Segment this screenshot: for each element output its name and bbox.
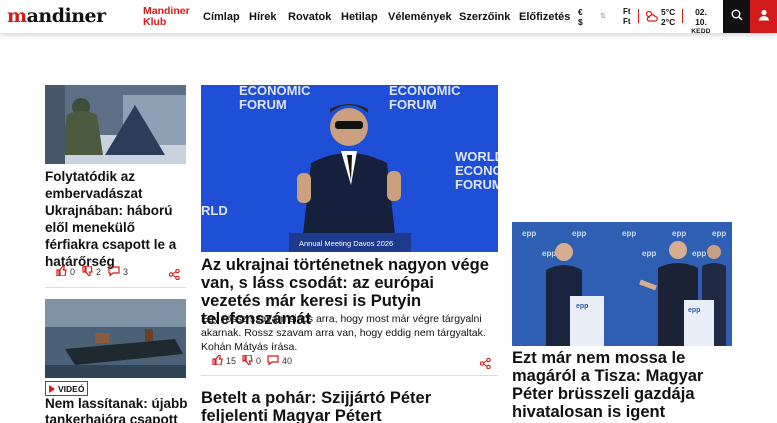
article-image-epp[interactable]: epp epp epp epp epp epp epp epp epp epp xyxy=(512,222,732,346)
fx-unit-eur: Ft xyxy=(623,7,631,16)
svg-text:FORUM: FORUM xyxy=(455,177,498,192)
temp-high: 5°C xyxy=(661,7,676,17)
article-lead-main: Egy rossz szavam sincs arra, hogy most m… xyxy=(201,313,486,353)
svg-text:epp: epp xyxy=(572,229,586,238)
nav-szerzoink[interactable]: Szerzőink xyxy=(459,11,510,23)
article-image-soldier[interactable] xyxy=(45,85,186,164)
thumbs-up-icon xyxy=(56,265,70,278)
header-divider xyxy=(682,9,683,23)
svg-text:Annual Meeting Davos 2026: Annual Meeting Davos 2026 xyxy=(299,239,393,248)
fx-units: Ft Ft xyxy=(623,7,631,27)
nav-velemenyek[interactable]: Vélemények xyxy=(388,11,452,23)
comment-count: 40 xyxy=(282,356,293,366)
video-badge: VIDEÓ xyxy=(45,381,88,396)
klub-line1: Mandiner xyxy=(143,5,190,17)
comment-count: 3 xyxy=(123,267,129,277)
article-image-tanker[interactable] xyxy=(45,299,186,378)
article-title-left2[interactable]: Nem lassítanak: újabb tankerhajóra csapo… xyxy=(45,396,190,423)
svg-text:epp: epp xyxy=(688,307,700,314)
nav-elofizetes[interactable]: Előfizetés xyxy=(519,11,570,23)
divider xyxy=(45,287,186,288)
nav-cimlap[interactable]: Címlap xyxy=(203,11,240,23)
article-title-right[interactable]: Ezt már nem mossa le magáról a Tisza: Ma… xyxy=(512,349,734,423)
site-header: mandiner Mandiner Klub Címlap Hírek Rova… xyxy=(0,0,777,35)
user-icon xyxy=(758,8,770,26)
weekday: KEDD xyxy=(691,28,711,35)
thumbs-down-icon xyxy=(82,265,96,278)
article-title-main2[interactable]: Betelt a pohár: Szijjártó Péter feljelen… xyxy=(201,389,498,423)
euro-symbol: € xyxy=(578,7,583,17)
share-icon[interactable] xyxy=(479,356,491,374)
dislike-button[interactable]: 2 xyxy=(82,265,102,278)
svg-text:epp: epp xyxy=(672,229,686,238)
temperature: 5°C 2°C xyxy=(661,7,675,27)
cloud-sun-icon xyxy=(645,9,658,27)
like-count: 15 xyxy=(226,356,237,366)
search-icon xyxy=(731,8,743,26)
svg-text:epp: epp xyxy=(622,229,636,238)
search-button[interactable] xyxy=(723,0,750,33)
comments-button[interactable]: 3 xyxy=(108,266,128,278)
klub-line2: Klub xyxy=(143,15,167,28)
comments-button[interactable]: 40 xyxy=(267,355,292,367)
fx-unit-usd: Ft xyxy=(623,17,631,26)
nav-rovatok[interactable]: Rovatok xyxy=(288,11,331,23)
svg-text:epp: epp xyxy=(642,249,656,258)
fx-trend-icon: ⇅ xyxy=(600,13,606,20)
dislike-button[interactable]: 0 xyxy=(242,354,262,367)
like-count: 0 xyxy=(70,267,76,277)
comment-icon xyxy=(267,355,282,367)
svg-text:ECONOMIC: ECONOMIC xyxy=(455,163,498,178)
thumbs-up-icon xyxy=(212,354,226,367)
date-value: 02. 10. xyxy=(695,7,707,27)
svg-text:RLD: RLD xyxy=(201,203,228,218)
user-account-button[interactable] xyxy=(750,0,777,33)
temp-low: 2°C xyxy=(661,17,676,27)
svg-text:epp: epp xyxy=(542,249,556,258)
article-title-left1[interactable]: Folytatódik az embervadászat Ukrajnában:… xyxy=(45,168,190,270)
site-logo[interactable]: mandiner xyxy=(7,5,106,27)
svg-text:epp: epp xyxy=(692,249,706,258)
svg-text:epp: epp xyxy=(522,229,536,238)
svg-text:epp: epp xyxy=(576,303,588,310)
svg-text:epp: epp xyxy=(712,229,726,238)
like-button[interactable]: 15 xyxy=(212,354,237,367)
thumbs-down-icon xyxy=(242,354,256,367)
comment-icon xyxy=(108,266,123,278)
fx-symbols: € $ xyxy=(578,7,583,27)
share-icon[interactable] xyxy=(168,267,180,285)
video-badge-label: VIDEÓ xyxy=(58,383,85,394)
nav-hirek[interactable]: Hírek xyxy=(249,11,277,23)
current-date: 02. 10. KEDD xyxy=(689,7,713,37)
dislike-count: 2 xyxy=(96,267,102,277)
article-image-macron[interactable]: ECONOMICFORUM ECONOMICFORUM WORLDECONOMI… xyxy=(201,85,498,252)
dollar-symbol: $ xyxy=(578,17,583,27)
dislike-count: 0 xyxy=(256,356,262,366)
play-icon xyxy=(49,384,55,393)
mandiner-klub-link[interactable]: Mandiner Klub xyxy=(143,6,193,27)
svg-text:FORUM: FORUM xyxy=(239,97,287,112)
svg-text:FORUM: FORUM xyxy=(389,97,437,112)
divider xyxy=(201,375,498,376)
like-button[interactable]: 0 xyxy=(56,265,76,278)
header-divider xyxy=(638,9,639,23)
svg-text:WORLD: WORLD xyxy=(455,149,498,164)
nav-hetilap[interactable]: Hetilap xyxy=(341,11,378,23)
